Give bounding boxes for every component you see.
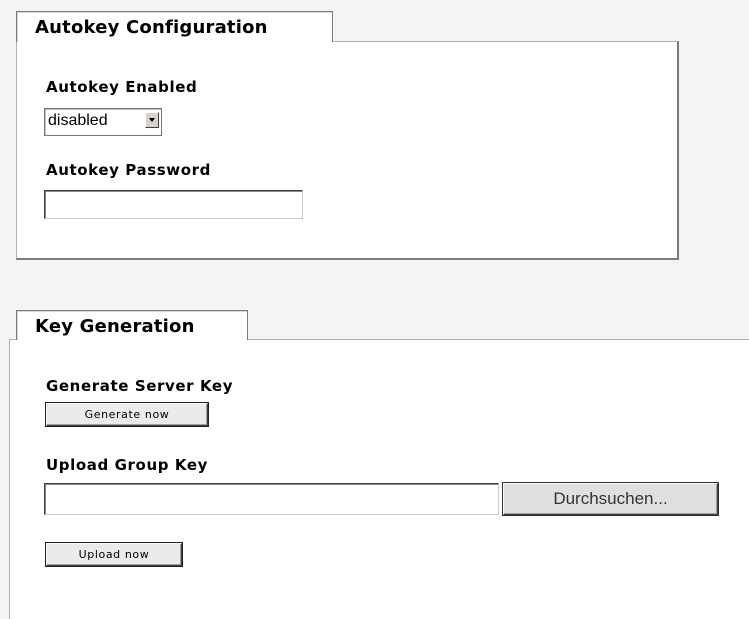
autokey-password-input[interactable]: [44, 190, 303, 219]
generate-now-button[interactable]: Generate now: [46, 403, 208, 426]
autokey-config-panel: [16, 41, 679, 260]
autokey-config-tab: Autokey Configuration: [16, 11, 333, 42]
browse-button[interactable]: Durchsuchen...: [503, 483, 718, 515]
key-generation-tab: Key Generation: [16, 310, 248, 340]
upload-group-key-input[interactable]: [44, 483, 499, 515]
autokey-enabled-label: Autokey Enabled: [46, 78, 198, 96]
autokey-config-title: Autokey Configuration: [35, 17, 268, 38]
autokey-password-label: Autokey Password: [46, 161, 211, 179]
generate-server-key-label: Generate Server Key: [46, 377, 234, 395]
upload-now-button[interactable]: Upload now: [46, 543, 182, 566]
key-generation-title: Key Generation: [35, 316, 195, 337]
autokey-enabled-select[interactable]: disabled: [44, 108, 162, 136]
upload-group-key-label: Upload Group Key: [46, 456, 209, 474]
chevron-down-icon[interactable]: [145, 112, 159, 128]
autokey-enabled-value: disabled: [48, 112, 108, 129]
